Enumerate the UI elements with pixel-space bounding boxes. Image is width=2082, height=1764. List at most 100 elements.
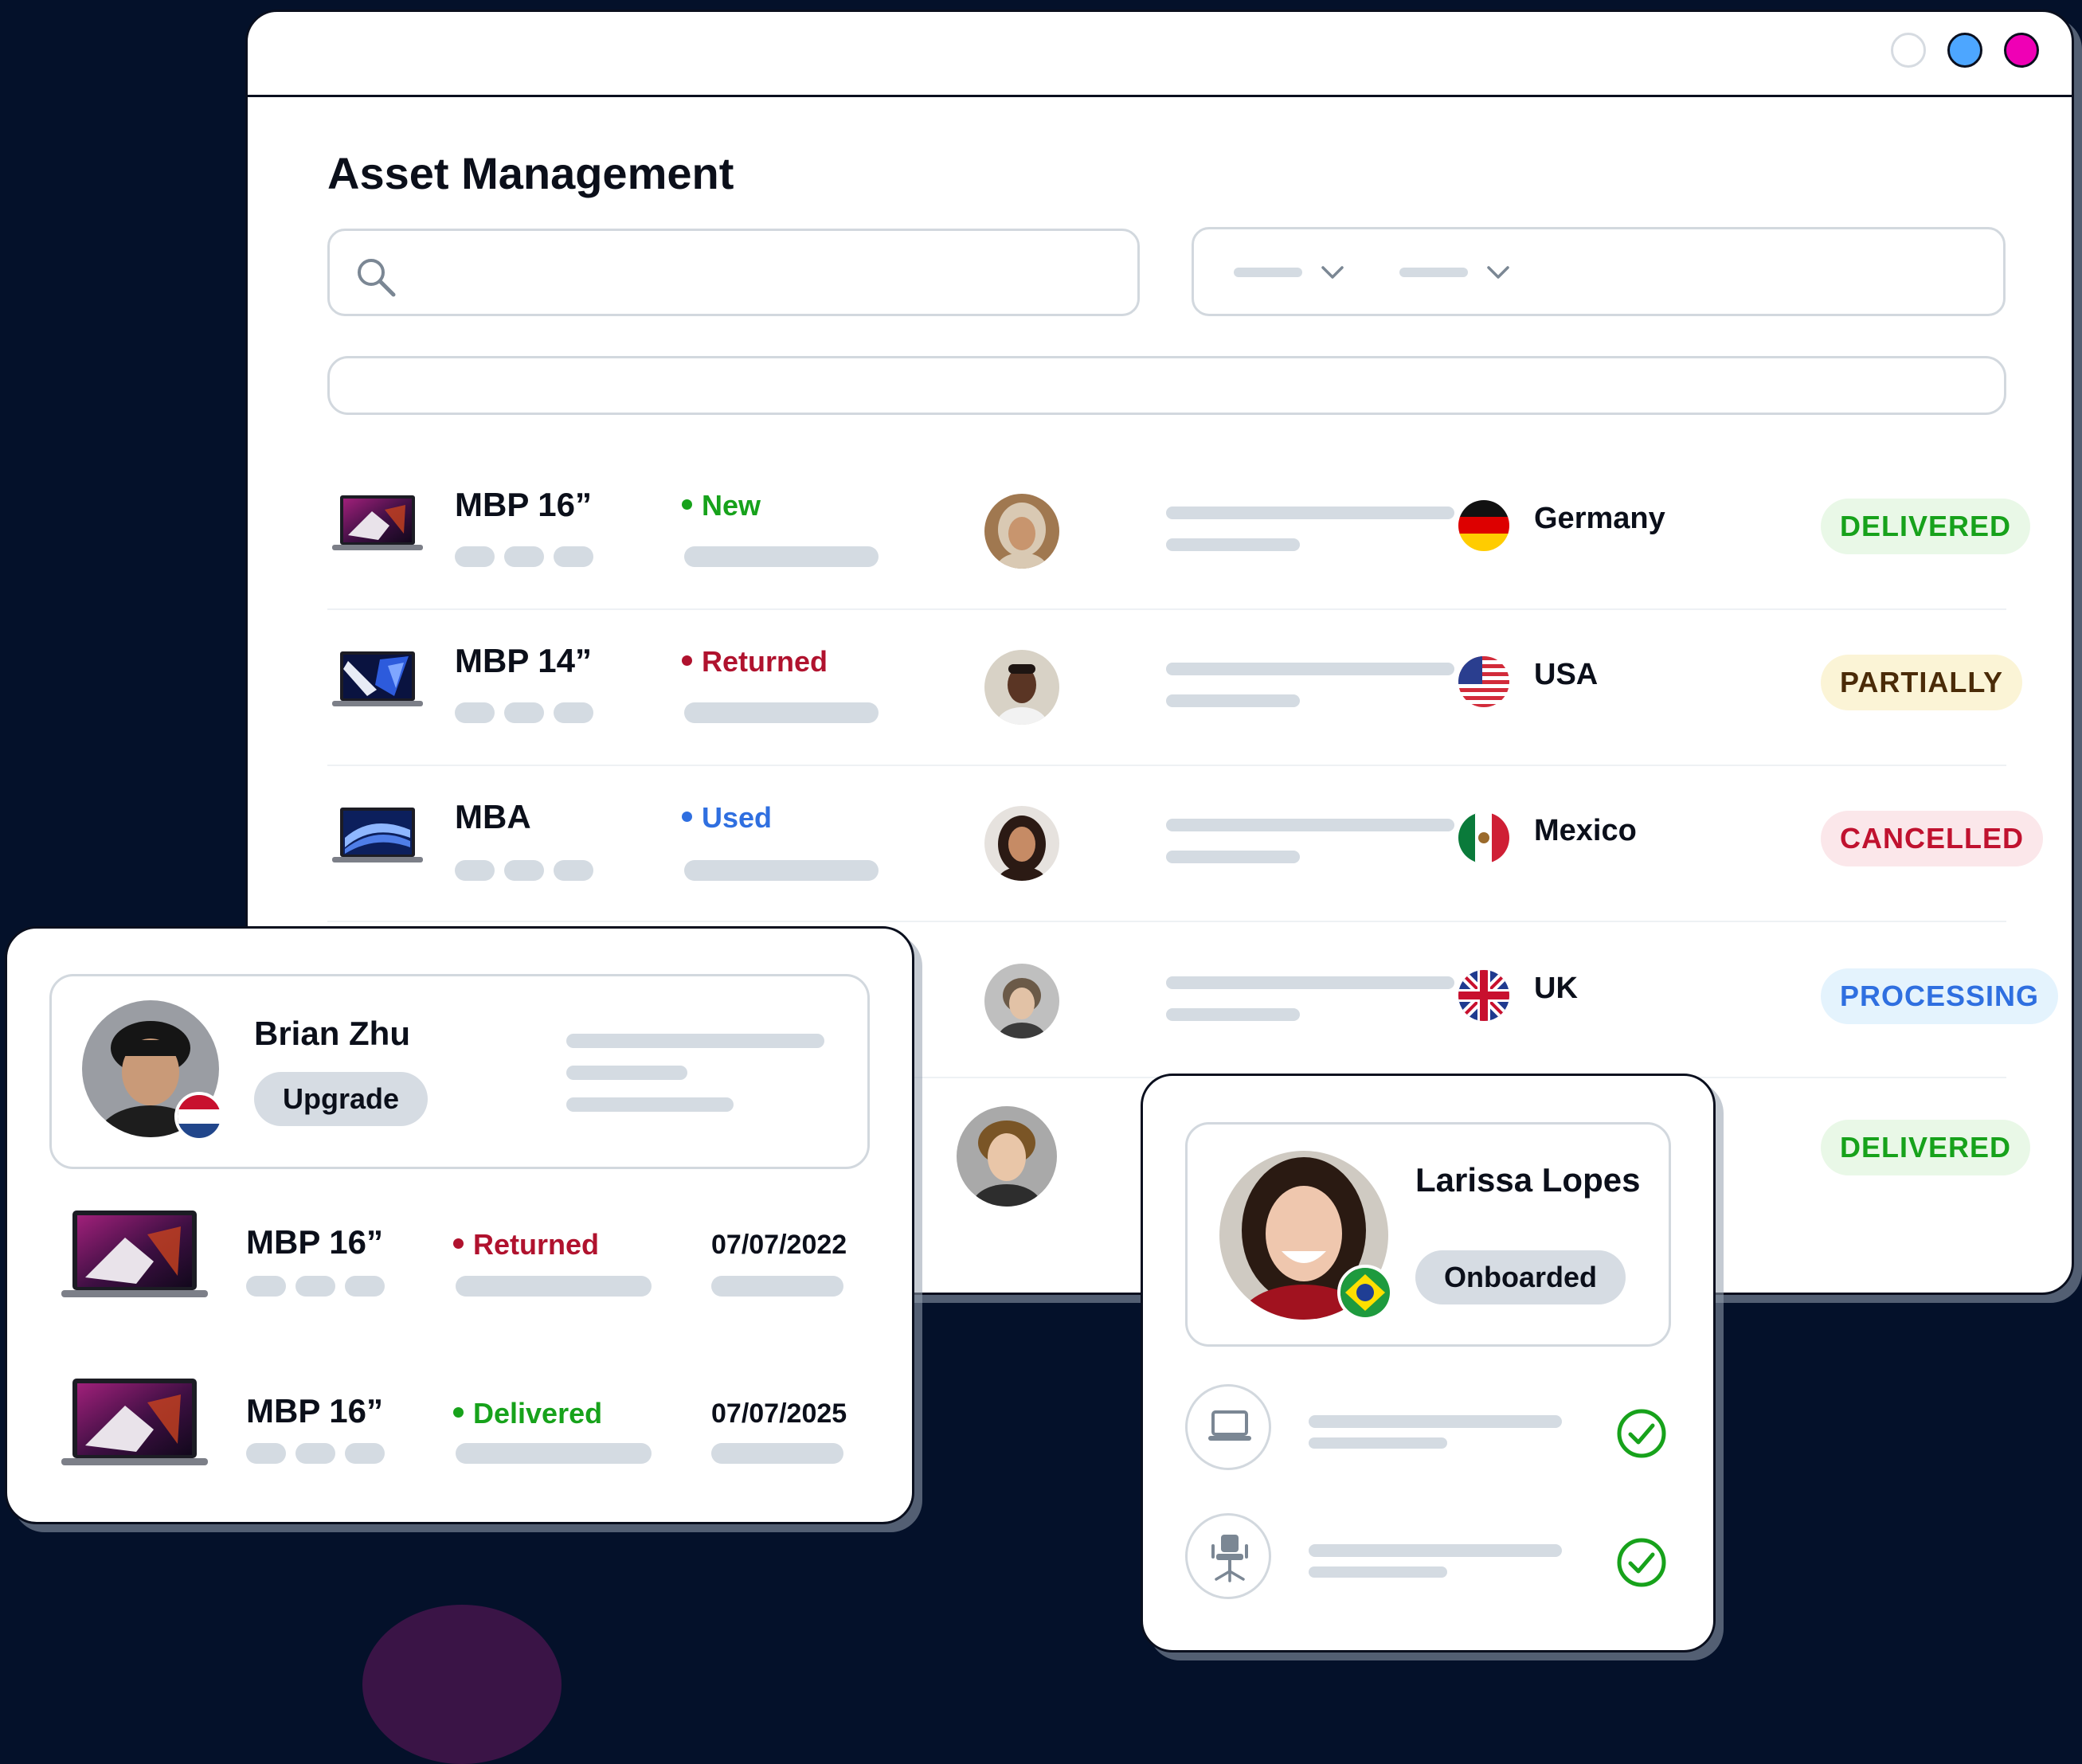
upgrade-button[interactable]: Upgrade <box>254 1072 429 1126</box>
asset-model: MBA <box>455 798 531 835</box>
placeholder-line <box>504 546 544 567</box>
asset-model: MBP 16” <box>455 486 592 523</box>
device-date: 07/07/2025 <box>711 1398 847 1429</box>
placeholder-line <box>711 1443 843 1464</box>
asset-model: MBP 14” <box>455 642 592 679</box>
status-badge: CANCELLED <box>1821 811 2043 866</box>
placeholder-line <box>1166 819 1454 831</box>
filter-placeholder <box>1399 268 1468 277</box>
filter-placeholder <box>1234 268 1302 277</box>
asset-condition: Returned <box>682 645 828 679</box>
placeholder-line <box>566 1066 687 1080</box>
asset-country: Mexico <box>1534 814 1637 847</box>
placeholder-line <box>504 702 544 723</box>
placeholder-line <box>295 1443 335 1464</box>
placeholder-line <box>711 1276 843 1297</box>
filter-bar <box>1192 227 2006 316</box>
placeholder-line <box>1166 663 1454 675</box>
window-control-blue[interactable] <box>1947 33 1982 68</box>
laptop-thumbnail-icon <box>61 1379 208 1465</box>
placeholder-line <box>1166 851 1300 863</box>
search-icon <box>358 259 396 297</box>
placeholder-line <box>456 1276 652 1297</box>
placeholder-line <box>295 1276 335 1297</box>
employee-card-brian: Brian Zhu Upgrade MBP 16” Returned 07/07… <box>5 926 914 1524</box>
device-date: 07/07/2022 <box>711 1230 847 1260</box>
window-control-light[interactable] <box>1891 33 1926 68</box>
placeholder-line <box>1309 1566 1447 1578</box>
device-model: MBP 16” <box>246 1392 383 1430</box>
device-condition: Delivered <box>453 1397 602 1430</box>
asset-country: UK <box>1534 972 1578 1005</box>
placeholder-line <box>345 1276 385 1297</box>
employee-summary[interactable]: Larissa Lopes Onboarded <box>1185 1122 1671 1347</box>
placeholder-line <box>1166 507 1454 519</box>
brazil-flag-icon <box>1337 1265 1393 1320</box>
placeholder-line <box>1166 1008 1300 1021</box>
table-row[interactable]: MBP 14” Returned USA PARTIALLY <box>327 610 2023 766</box>
placeholder-line <box>246 1443 286 1464</box>
status-badge: PARTIALLY <box>1821 655 2023 710</box>
placeholder-line <box>566 1034 824 1048</box>
background-blob <box>362 1605 562 1764</box>
placeholder-line <box>1166 976 1454 989</box>
placeholder-line <box>684 860 879 881</box>
table-row[interactable]: MBP 16” New Germany DELIVERED <box>327 454 2031 610</box>
device-condition: Returned <box>453 1228 599 1261</box>
usa-flag-icon <box>1458 656 1509 707</box>
employee-card-larissa: Larissa Lopes Onboarded <box>1141 1074 1716 1653</box>
chevron-down-icon[interactable] <box>1320 261 1345 284</box>
placeholder-line <box>554 702 593 723</box>
page-title: Asset Management <box>327 148 734 198</box>
avatar[interactable] <box>984 806 1059 881</box>
placeholder-line <box>1166 538 1300 551</box>
laptop-thumbnail-icon <box>61 1211 208 1297</box>
employee-name: Brian Zhu <box>254 1015 410 1052</box>
filter-tag-bar[interactable] <box>327 356 2006 415</box>
search-input[interactable] <box>327 229 1140 316</box>
avatar[interactable] <box>984 494 1059 569</box>
asset-country: Germany <box>1534 502 1665 535</box>
laptop-thumbnail-icon <box>332 495 423 550</box>
placeholder-line <box>684 546 879 567</box>
placeholder-line <box>1166 694 1300 707</box>
placeholder-line <box>554 860 593 881</box>
placeholder-line <box>1309 1415 1562 1428</box>
employee-summary[interactable]: Brian Zhu Upgrade <box>49 974 870 1169</box>
placeholder-line <box>504 860 544 881</box>
window-titlebar <box>248 12 2072 97</box>
device-model: MBP 16” <box>246 1223 383 1261</box>
placeholder-line <box>455 546 495 567</box>
office-chair-icon <box>1185 1513 1271 1599</box>
avatar[interactable] <box>984 964 1059 1038</box>
employee-name: Larissa Lopes <box>1415 1161 1641 1199</box>
placeholder-line <box>455 702 495 723</box>
uk-flag-icon <box>1458 970 1509 1021</box>
status-badge: DELIVERED <box>1821 1120 2031 1175</box>
status-badge: PROCESSING <box>1821 968 2059 1024</box>
laptop-icon <box>1185 1384 1271 1470</box>
placeholder-line <box>684 702 879 723</box>
chevron-down-icon[interactable] <box>1485 261 1511 284</box>
asset-country: USA <box>1534 658 1599 691</box>
placeholder-line <box>455 860 495 881</box>
placeholder-line <box>1309 1544 1562 1557</box>
placeholder-line <box>345 1443 385 1464</box>
netherlands-flag-icon <box>174 1092 224 1141</box>
laptop-thumbnail-icon <box>332 651 423 706</box>
asset-condition: Used <box>682 801 772 835</box>
onboarded-badge[interactable]: Onboarded <box>1415 1250 1626 1304</box>
window-control-pink[interactable] <box>2004 33 2039 68</box>
placeholder-line <box>246 1276 286 1297</box>
asset-condition: New <box>682 489 761 522</box>
germany-flag-icon <box>1458 500 1509 551</box>
avatar[interactable] <box>957 1106 1057 1207</box>
mexico-flag-icon <box>1458 812 1509 863</box>
check-circle-icon <box>1617 1409 1666 1458</box>
status-badge: DELIVERED <box>1821 499 2031 554</box>
avatar[interactable] <box>984 650 1059 725</box>
placeholder-line <box>1309 1437 1447 1449</box>
table-row[interactable]: MBA Used Mexico CANCELLED <box>327 766 2043 922</box>
placeholder-line <box>456 1443 652 1464</box>
laptop-thumbnail-icon <box>332 808 423 862</box>
